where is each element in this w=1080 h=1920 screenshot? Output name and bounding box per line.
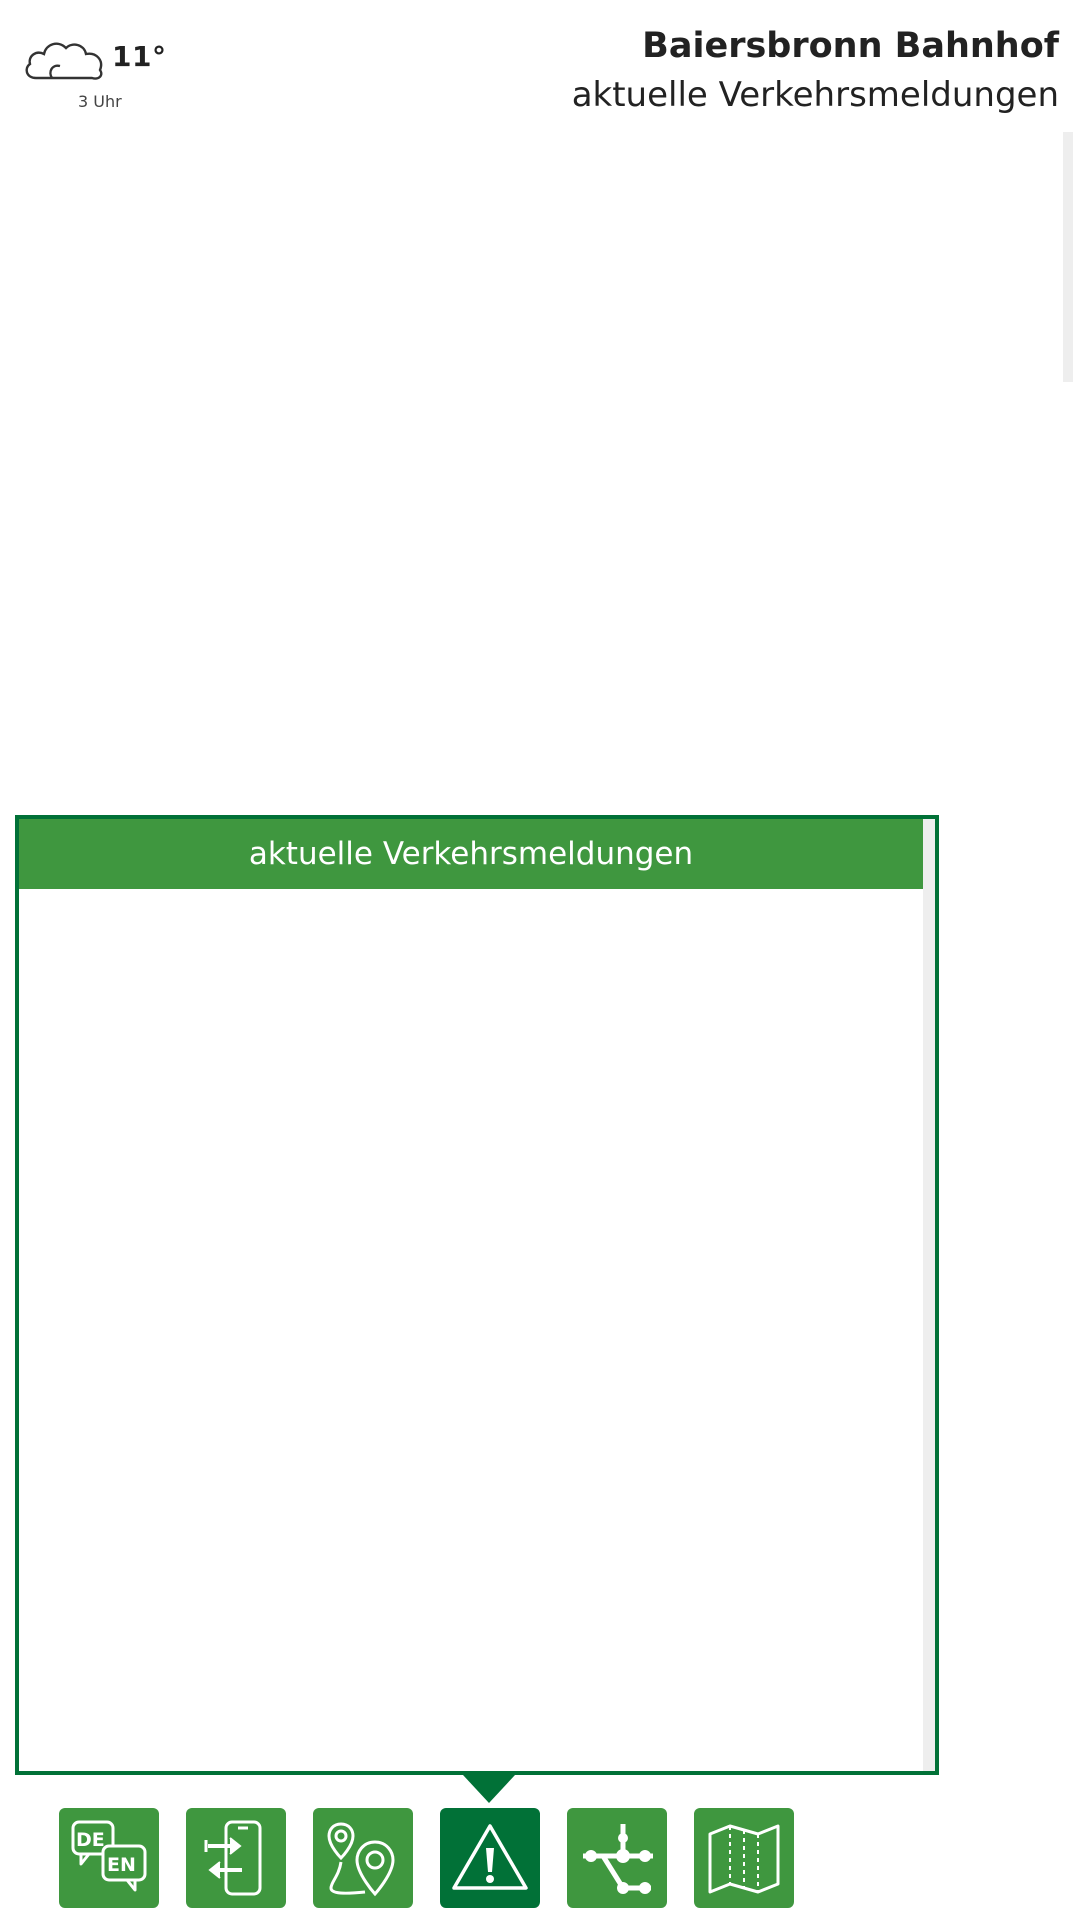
nav-button-map[interactable]	[694, 1808, 794, 1908]
map-icon	[708, 1824, 780, 1894]
weather-widget: 11° 3 Uhr	[20, 28, 170, 118]
panel-title: aktuelle Verkehrsmeldungen	[19, 819, 923, 889]
page-subtitle: aktuelle Verkehrsmeldungen	[571, 75, 1059, 115]
cloud-icon	[25, 42, 103, 80]
top-scrollbar[interactable]	[1063, 132, 1073, 382]
station-title: Baiersbronn Bahnhof	[642, 26, 1059, 66]
phone-transfer-icon	[204, 1820, 262, 1896]
nav-button-alerts[interactable]	[440, 1808, 540, 1908]
svg-text:EN: EN	[107, 1854, 136, 1876]
traffic-messages-panel: aktuelle Verkehrsmeldungen	[15, 815, 939, 1775]
panel-pointer	[463, 1775, 515, 1803]
nav-button-transfer[interactable]	[186, 1808, 286, 1908]
network-icon	[583, 1824, 653, 1894]
nav-button-network[interactable]	[567, 1808, 667, 1908]
nav-button-language[interactable]: DE EN	[59, 1808, 159, 1908]
weather-time: 3 Uhr	[78, 92, 122, 111]
panel-scrollbar[interactable]	[923, 819, 935, 1771]
warning-icon	[452, 1824, 528, 1890]
route-pin-icon	[327, 1822, 395, 1897]
svg-text:DE: DE	[76, 1829, 105, 1851]
temperature: 11°	[112, 40, 167, 73]
language-de-en-icon: DE EN	[71, 1820, 147, 1892]
nav-button-route[interactable]	[313, 1808, 413, 1908]
